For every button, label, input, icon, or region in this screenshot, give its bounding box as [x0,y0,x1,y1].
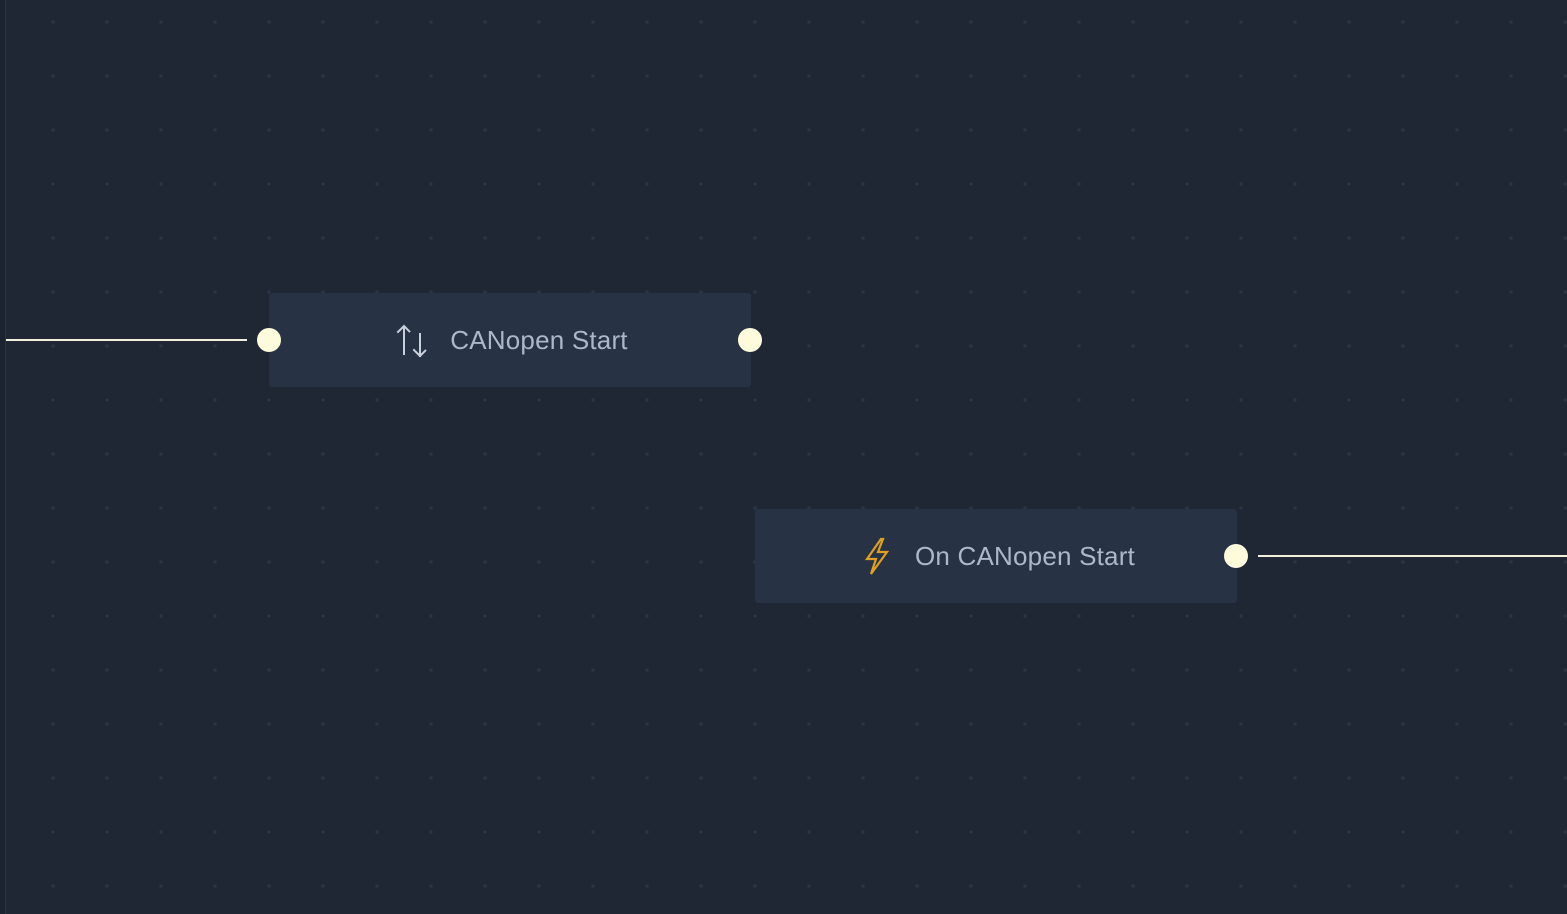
connection-wire-out[interactable] [1258,555,1567,557]
node-label: On CANopen Start [915,540,1135,571]
node-label: CANopen Start [450,324,628,355]
node-canopen-start[interactable]: CANopen Start [269,293,751,387]
connection-wire-in[interactable] [6,339,247,341]
flow-canvas[interactable]: CANopen Start On CANopen Start [0,0,1567,914]
node-on-canopen-start-output-port[interactable] [1224,544,1248,568]
node-on-canopen-start[interactable]: On CANopen Start [755,509,1237,603]
swap-vertical-arrows-icon [392,320,432,360]
lightning-bolt-icon [857,536,897,576]
canvas-left-border [0,0,6,914]
node-canopen-start-output-port[interactable] [738,328,762,352]
node-canopen-start-input-port[interactable] [257,328,281,352]
